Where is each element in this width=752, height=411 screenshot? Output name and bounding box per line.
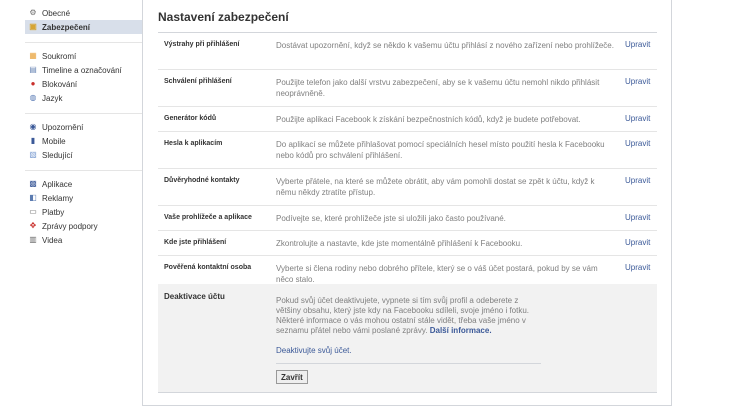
settings-row: Kde jste přihlášení Zkontrolujte a nastav…: [158, 231, 657, 256]
edit-link[interactable]: Upravit: [625, 77, 650, 86]
sidebar-group: ▦ Soukromí ▤ Timeline a označování ● Blokován…: [25, 49, 143, 105]
sidebar-item[interactable]: ▥ Videa: [25, 233, 143, 247]
edit-link[interactable]: Upravit: [625, 263, 650, 272]
edit-link[interactable]: Upravit: [625, 114, 650, 123]
settings-row-label: Hesla k aplikacím: [164, 140, 223, 147]
settings-row-description: Vyberte přátele, na které se můžete obrá…: [276, 177, 595, 197]
block-icon: ●: [30, 79, 36, 88]
settings-row: Generátor kódů Použijte aplikaci Facebook…: [158, 107, 657, 132]
settings-row-description: Podívejte se, které prohlížeče jste si u…: [276, 214, 506, 223]
sidebar-item-label: Mobile: [42, 136, 66, 146]
sidebar-separator: [25, 42, 143, 43]
globe-icon: ◍: [29, 93, 37, 102]
settings-row-description: Dostávat upozornění, když se někdo k vaš…: [276, 41, 614, 50]
sidebar-item[interactable]: ◉ Upozornění: [25, 120, 143, 134]
settings-row-description: Použijte telefon jako další vrstvu zabez…: [276, 78, 600, 98]
settings-row-description: Vyberte si člena rodiny nebo dobrého pří…: [276, 264, 598, 284]
more-info-link[interactable]: Další informace.: [430, 326, 492, 335]
sidebar-item[interactable]: ▤ Timeline a označování: [25, 63, 143, 77]
sidebar-item[interactable]: ▭ Platby: [25, 205, 143, 219]
sidebar-item-label: Blokování: [42, 79, 78, 89]
timeline-icon: ▤: [29, 65, 37, 74]
sidebar-item-label: Platby: [42, 207, 65, 217]
support-icon: ✥: [29, 221, 37, 230]
settings-row: Schválení přihlášení Použijte telefon jak…: [158, 70, 657, 107]
video-icon: ▥: [29, 235, 37, 244]
sidebar-item[interactable]: ▧ Sledující: [25, 148, 143, 162]
sidebar-item-label: Sledující: [42, 150, 73, 160]
edit-link[interactable]: Upravit: [625, 139, 650, 148]
edit-link[interactable]: Upravit: [625, 40, 650, 49]
settings-row-description: Zkontrolujte a nastavte, kde jste moment…: [276, 239, 523, 248]
sidebar-item-label: Upozornění: [42, 122, 84, 132]
security-settings-table: Výstrahy při přihlášení Dostávat upozorně…: [158, 33, 657, 293]
sidebar-item[interactable]: ▩ Aplikace: [25, 177, 143, 191]
gears-icon: ⚙: [29, 8, 37, 17]
deactivate-divider: [276, 363, 541, 364]
page-title: Nastavení zabezpečení: [158, 10, 289, 24]
deactivate-description: Pokud svůj účet deaktivujete, vypnete si…: [276, 296, 530, 335]
settings-row: Vaše prohlížeče a aplikace Podívejte se, …: [158, 206, 657, 231]
settings-row-label: Výstrahy při přihlášení: [164, 41, 240, 48]
sidebar-item-label: Zprávy podpory: [42, 221, 98, 231]
lock-icon: ▣: [29, 22, 37, 31]
deactivate-account-link[interactable]: Deaktivujte svůj účet.: [276, 346, 352, 355]
sidebar-item[interactable]: ▣ Zabezpečení: [25, 20, 143, 34]
sidebar-item[interactable]: ▮ Mobile: [25, 134, 143, 148]
sidebar-separator: [25, 170, 143, 171]
close-button[interactable]: Zavřít: [276, 370, 308, 384]
ads-icon: ◧: [29, 193, 37, 202]
sidebar-item[interactable]: ✥ Zprávy podpory: [25, 219, 143, 233]
sidebar-item-label: Zabezpečení: [42, 22, 91, 32]
notification-globe-icon: ◉: [29, 122, 37, 131]
sidebar-item[interactable]: ▦ Soukromí: [25, 49, 143, 63]
deactivate-label: Deaktivace účtu: [164, 292, 225, 301]
sidebar-item[interactable]: ⚙ Obecné: [25, 6, 143, 20]
sidebar-group: ◉ Upozornění ▮ Mobile ▧ Sledující: [25, 120, 143, 162]
settings-row: Výstrahy při přihlášení Dostávat upozorně…: [158, 33, 657, 70]
sidebar-separator: [25, 113, 143, 114]
settings-row-label: Schválení přihlášení: [164, 78, 232, 85]
mobile-icon: ▮: [30, 136, 36, 145]
sidebar-item[interactable]: ◧ Reklamy: [25, 191, 143, 205]
sidebar-item-label: Aplikace: [42, 179, 73, 189]
sidebar-item[interactable]: ● Blokování: [25, 77, 143, 91]
sidebar-item-label: Jazyk: [42, 93, 63, 103]
settings-row-label: Pověřená kontaktní osoba: [164, 264, 252, 271]
settings-row: Hesla k aplikacím Do aplikací se můžete p…: [158, 132, 657, 169]
sidebar-item-label: Obecné: [42, 8, 71, 18]
edit-link[interactable]: Upravit: [625, 238, 650, 247]
settings-row: Důvěryhodné kontakty Vyberte přátele, na …: [158, 169, 657, 206]
settings-sidebar: ⚙ Obecné ▣ Zabezpečení ▦ Soukromí ▤ Timeline a …: [25, 6, 143, 255]
sidebar-item-label: Timeline a označování: [42, 65, 122, 75]
settings-row-description: Do aplikací se můžete přihlašovat pomocí…: [276, 140, 605, 160]
edit-link[interactable]: Upravit: [625, 176, 650, 185]
apps-icon: ▩: [29, 179, 37, 188]
payments-icon: ▭: [29, 207, 37, 216]
security-settings-panel: Nastavení zabezpečení Výstrahy při přihl…: [142, 0, 672, 406]
sidebar-group: ⚙ Obecné ▣ Zabezpečení: [25, 6, 143, 34]
settings-row-label: Kde jste přihlášení: [164, 239, 227, 246]
sidebar-item-label: Reklamy: [42, 193, 74, 203]
settings-row-label: Vaše prohlížeče a aplikace: [164, 214, 252, 221]
settings-row-description: Použijte aplikaci Facebook k získání bez…: [276, 115, 581, 124]
deactivate-account-section: Deaktivace účtu Pokud svůj účet deaktivu…: [158, 284, 657, 393]
sidebar-item-label: Soukromí: [42, 51, 77, 61]
settings-row-label: Důvěryhodné kontakty: [164, 177, 240, 184]
privacy-icon: ▦: [29, 51, 37, 60]
sidebar-group: ▩ Aplikace ◧ Reklamy ▭ Platby ✥ Zprávy podpory ▥…: [25, 177, 143, 247]
edit-link[interactable]: Upravit: [625, 213, 650, 222]
settings-row-label: Generátor kódů: [164, 115, 217, 122]
sidebar-item[interactable]: ◍ Jazyk: [25, 91, 143, 105]
sidebar-item-label: Videa: [42, 235, 63, 245]
rss-icon: ▧: [29, 150, 37, 159]
